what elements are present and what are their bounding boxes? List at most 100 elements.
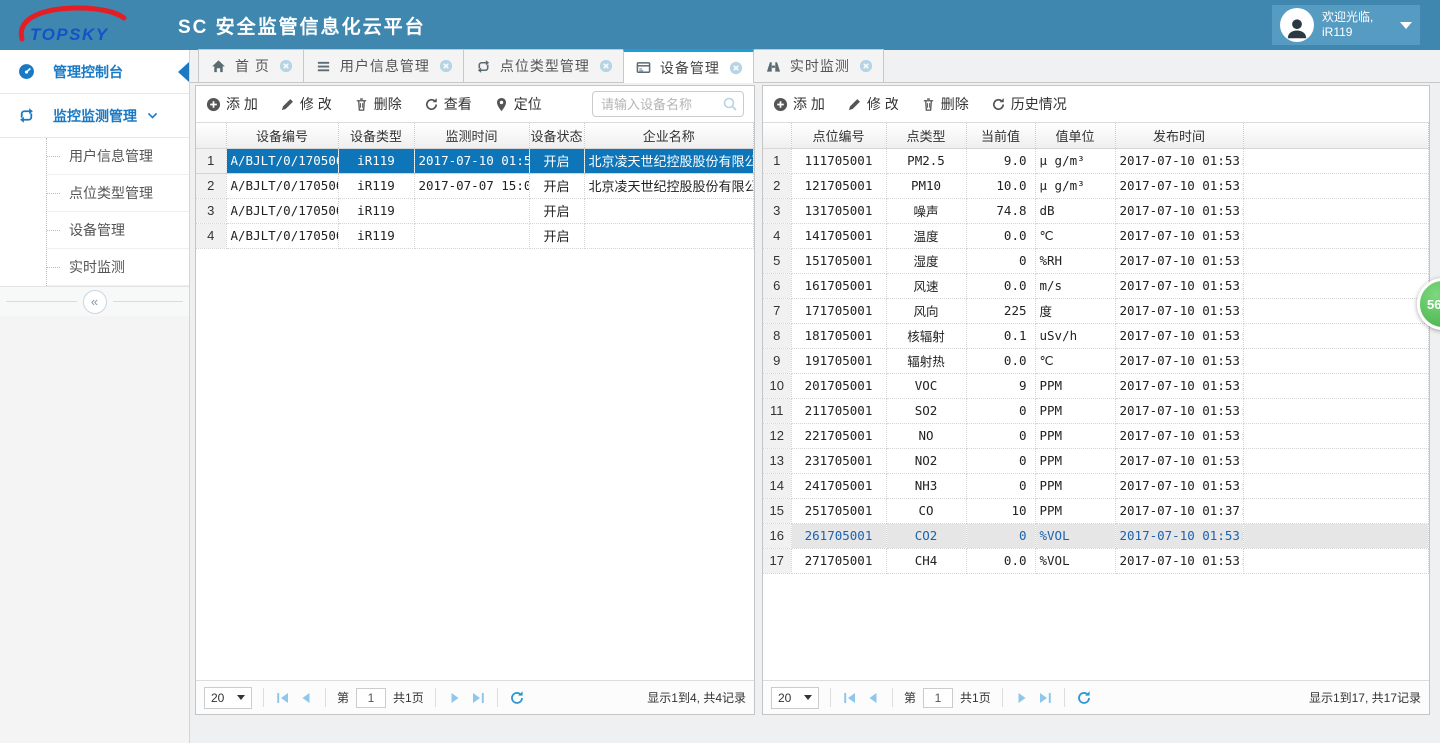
filler-cell xyxy=(1243,548,1429,573)
add-button[interactable]: 添 加 xyxy=(206,94,258,114)
delete-button[interactable]: 删除 xyxy=(921,94,969,114)
point-type: 辐射热 xyxy=(886,348,966,373)
table-row[interactable]: 6 161705001 风速 0.0 m/s 2017-07-10 01:53:… xyxy=(763,273,1429,298)
table-row[interactable]: 3 A/BJLT/0/1705003 iR119 开启 xyxy=(196,198,754,223)
current-value: 9.0 xyxy=(966,148,1035,173)
current-value: 0 xyxy=(966,448,1035,473)
value-unit: 度 xyxy=(1035,298,1115,323)
reload-icon[interactable] xyxy=(509,690,525,706)
table-row[interactable]: 7 171705001 风向 225 度 2017-07-10 01:53:21 xyxy=(763,298,1429,323)
table-row[interactable]: 9 191705001 辐射热 0.0 ℃ 2017-07-10 01:53:2… xyxy=(763,348,1429,373)
table-row[interactable]: 4 141705001 温度 0.0 ℃ 2017-07-10 01:53:22 xyxy=(763,223,1429,248)
table-row[interactable]: 1 111705001 PM2.5 9.0 μ g/m³ 2017-07-10 … xyxy=(763,148,1429,173)
point-code: 231705001 xyxy=(791,448,886,473)
last-page-button[interactable] xyxy=(1037,690,1053,706)
page-size-select[interactable]: 20 xyxy=(204,687,252,709)
table-row[interactable]: 16 261705001 CO2 0 %VOL 2017-07-10 01:53… xyxy=(763,523,1429,548)
table-row[interactable]: 14 241705001 NH3 0 PPM 2017-07-10 01:53:… xyxy=(763,473,1429,498)
close-icon[interactable] xyxy=(859,59,873,73)
column-header-rownum[interactable] xyxy=(196,123,226,148)
next-page-button[interactable] xyxy=(447,690,463,706)
tab-home[interactable]: 首 页 xyxy=(198,49,304,82)
table-row[interactable]: 4 A/BJLT/0/1705004 iR119 开启 xyxy=(196,223,754,248)
sidebar-item-point-type[interactable]: 点位类型管理 xyxy=(47,175,189,212)
tab-user-info[interactable]: 用户信息管理 xyxy=(303,49,464,82)
add-button[interactable]: 添 加 xyxy=(773,94,825,114)
page-size-select[interactable]: 20 xyxy=(771,687,819,709)
edit-button[interactable]: 修 改 xyxy=(280,94,332,114)
collapse-sidebar-button[interactable]: « xyxy=(83,290,107,314)
row-number: 4 xyxy=(196,223,226,248)
column-header[interactable]: 监测时间 xyxy=(414,123,529,148)
close-icon[interactable] xyxy=(279,59,293,73)
close-icon[interactable] xyxy=(729,61,743,75)
sidebar-item-console[interactable]: 管理控制台 xyxy=(0,50,189,94)
value-unit: %VOL xyxy=(1035,548,1115,573)
first-page-button[interactable] xyxy=(275,690,291,706)
column-header[interactable]: 设备编号 xyxy=(226,123,338,148)
table-row[interactable]: 2 121705001 PM10 10.0 μ g/m³ 2017-07-10 … xyxy=(763,173,1429,198)
sidebar-item-monitor-mgmt[interactable]: 监控监测管理 xyxy=(0,94,189,138)
last-page-button[interactable] xyxy=(470,690,486,706)
locate-button[interactable]: 定位 xyxy=(494,94,542,114)
close-icon[interactable] xyxy=(599,59,613,73)
table-row[interactable]: 12 221705001 NO 0 PPM 2017-07-10 01:53:2… xyxy=(763,423,1429,448)
publish-time: 2017-07-10 01:37:01 xyxy=(1115,498,1243,523)
row-number: 4 xyxy=(763,223,791,248)
table-row[interactable]: 15 251705001 CO 10 PPM 2017-07-10 01:37:… xyxy=(763,498,1429,523)
table-row[interactable]: 13 231705001 NO2 0 PPM 2017-07-10 01:53:… xyxy=(763,448,1429,473)
publish-time: 2017-07-10 01:53:22 xyxy=(1115,373,1243,398)
column-header[interactable]: 设备类型 xyxy=(338,123,414,148)
column-header[interactable]: 点类型 xyxy=(886,123,966,148)
history-button[interactable]: 历史情况 xyxy=(991,94,1067,114)
delete-button[interactable]: 删除 xyxy=(354,94,402,114)
device-code: A/BJLT/0/1705003 xyxy=(226,198,338,223)
sidebar-item-device-mgmt[interactable]: 设备管理 xyxy=(47,212,189,249)
table-row[interactable]: 3 131705001 噪声 74.8 dB 2017-07-10 01:53:… xyxy=(763,198,1429,223)
row-number: 1 xyxy=(763,148,791,173)
filler-cell xyxy=(1243,198,1429,223)
table-row[interactable]: 11 211705001 SO2 0 PPM 2017-07-10 01:53:… xyxy=(763,398,1429,423)
tab-device-mgmt[interactable]: 设备管理 xyxy=(623,49,754,83)
table-row[interactable]: 1 A/BJLT/0/1705001 iR119 2017-07-10 01:5… xyxy=(196,148,754,173)
publish-time: 2017-07-10 01:53:22 xyxy=(1115,148,1243,173)
device-code: A/BJLT/0/1705001 xyxy=(226,148,338,173)
table-row[interactable]: 5 151705001 湿度 0 %RH 2017-07-10 01:53:22 xyxy=(763,248,1429,273)
view-button[interactable]: 查看 xyxy=(424,94,472,114)
first-page-button[interactable] xyxy=(842,690,858,706)
column-header[interactable]: 发布时间 xyxy=(1115,123,1243,148)
column-header[interactable]: 当前值 xyxy=(966,123,1035,148)
table-row[interactable]: 10 201705001 VOC 9 PPM 2017-07-10 01:53:… xyxy=(763,373,1429,398)
column-header[interactable]: 企业名称 xyxy=(584,123,754,148)
filler-cell xyxy=(1243,148,1429,173)
close-icon[interactable] xyxy=(439,59,453,73)
column-header-rownum[interactable] xyxy=(763,123,791,148)
sidebar-empty-area xyxy=(0,316,189,743)
page-number-input[interactable] xyxy=(923,688,953,708)
table-row[interactable]: 17 271705001 CH4 0.0 %VOL 2017-07-10 01:… xyxy=(763,548,1429,573)
point-type: 温度 xyxy=(886,223,966,248)
reload-icon[interactable] xyxy=(1076,690,1092,706)
trash-icon xyxy=(354,97,369,112)
sidebar-item-realtime[interactable]: 实时监测 xyxy=(47,249,189,286)
edit-button[interactable]: 修 改 xyxy=(847,94,899,114)
next-page-button[interactable] xyxy=(1014,690,1030,706)
caret-down-icon xyxy=(804,695,812,700)
column-header[interactable]: 设备状态 xyxy=(529,123,584,148)
prev-page-button[interactable] xyxy=(298,690,314,706)
user-menu[interactable]: 欢迎光临, iR119 xyxy=(1272,5,1420,45)
search-icon[interactable] xyxy=(722,96,738,112)
sidebar-item-user-info[interactable]: 用户信息管理 xyxy=(47,138,189,175)
tab-point-type[interactable]: 点位类型管理 xyxy=(463,49,624,82)
table-row[interactable]: 2 A/BJLT/0/1705002 iR119 2017-07-07 15:0… xyxy=(196,173,754,198)
column-header[interactable]: 点位编号 xyxy=(791,123,886,148)
prev-page-button[interactable] xyxy=(865,690,881,706)
device-pager: 20 第 共1页 显示1到4, 共4记录 xyxy=(196,680,754,714)
point-type: 核辐射 xyxy=(886,323,966,348)
chevron-down-icon[interactable] xyxy=(1400,22,1412,29)
page-number-input[interactable] xyxy=(356,688,386,708)
tab-realtime[interactable]: 实时监测 xyxy=(753,49,884,82)
column-header[interactable]: 值单位 xyxy=(1035,123,1115,148)
table-row[interactable]: 8 181705001 核辐射 0.1 uSv/h 2017-07-10 01:… xyxy=(763,323,1429,348)
gauge-icon xyxy=(18,63,35,80)
